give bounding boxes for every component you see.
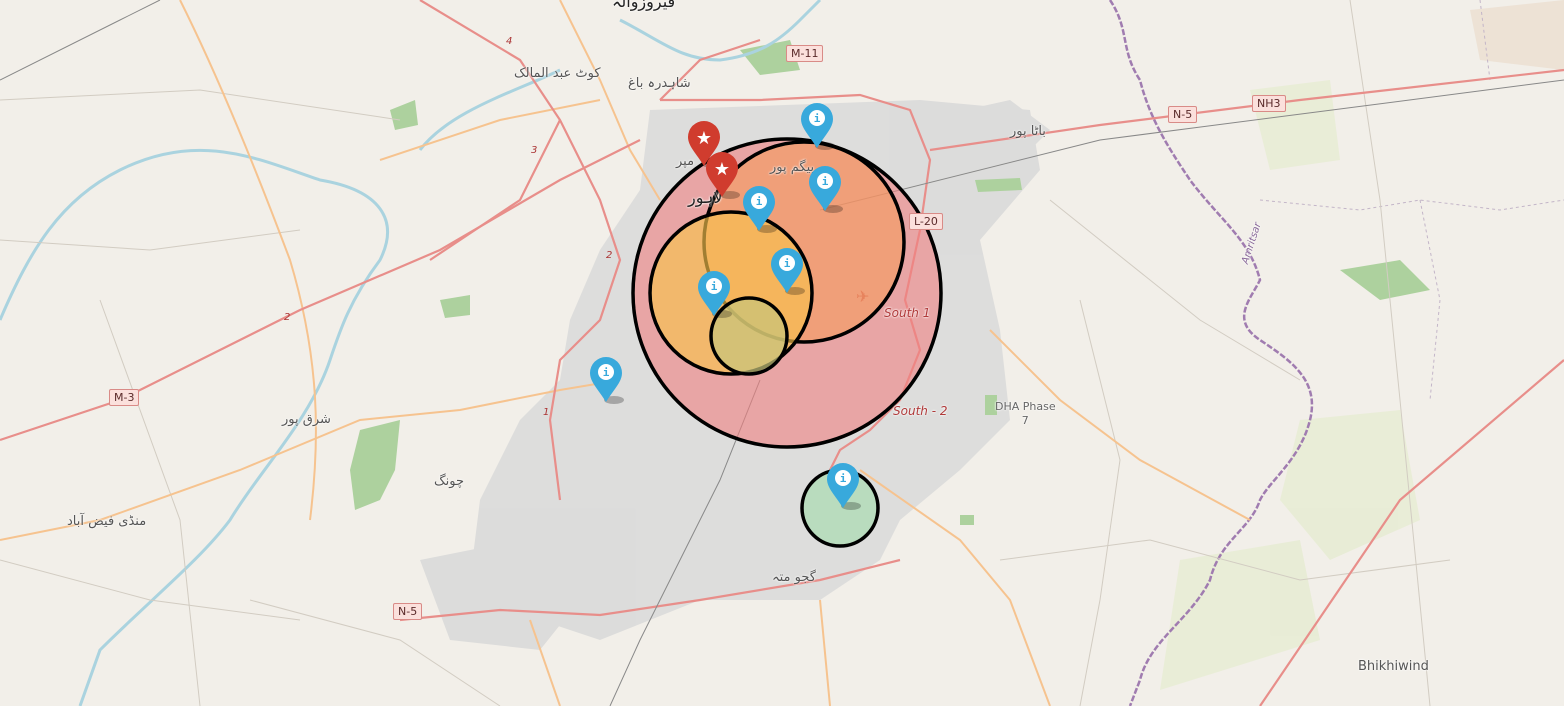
info-marker[interactable]: i <box>769 247 805 295</box>
route-number: 4 <box>506 36 513 47</box>
route-number: 3 <box>531 145 538 156</box>
info-icon: i <box>603 366 610 379</box>
highway-shield: N-5 <box>393 603 423 620</box>
info-icon: i <box>822 175 829 188</box>
place-label: گجو متہ <box>772 570 816 585</box>
route-number: 2 <box>284 312 291 323</box>
info-icon: i <box>756 195 763 208</box>
place-label: منڈی فیض آباد <box>67 514 147 529</box>
info-icon: i <box>784 257 791 270</box>
info-icon: i <box>814 112 821 125</box>
star-marker[interactable]: ★ <box>704 151 740 199</box>
info-marker[interactable]: i <box>825 462 861 510</box>
place-label: چونگ <box>434 474 465 489</box>
route-number: 1 <box>543 407 550 418</box>
info-marker[interactable]: i <box>588 356 624 404</box>
place-label: فیروزوالہ <box>612 0 676 11</box>
star-icon: ★ <box>714 159 730 180</box>
place-label: Bhikhiwind <box>1358 659 1429 674</box>
circle-overlays <box>631 137 943 548</box>
info-marker[interactable]: i <box>696 270 732 318</box>
map-container[interactable]: ✈ فیروزوالہ کوٹ عبد المالک شاہدرہ باغ با… <box>0 0 1564 706</box>
highway-shield: N-5 <box>1168 106 1198 123</box>
highway-shield: M-3 <box>109 389 140 406</box>
place-label: کوٹ عبد المالک <box>514 66 601 81</box>
place-label: باٹا پور <box>1010 124 1046 139</box>
info-marker[interactable]: i <box>807 165 843 213</box>
highway-shield: M-11 <box>786 45 824 62</box>
info-marker[interactable]: i <box>741 185 777 233</box>
star-icon: ★ <box>696 128 712 149</box>
route-number: 2 <box>606 250 613 261</box>
info-icon: i <box>840 472 847 485</box>
place-label: DHA Phase 7 <box>995 400 1056 427</box>
highway-shield: L-20 <box>909 213 943 230</box>
info-icon: i <box>711 280 718 293</box>
place-label: شاہدرہ باغ <box>628 76 691 91</box>
place-label: شرق پور <box>282 412 331 427</box>
road-label: South - 2 <box>893 404 948 418</box>
road-label: South 1 <box>884 306 931 320</box>
highway-shield: NH3 <box>1252 95 1286 112</box>
info-marker[interactable]: i <box>799 102 835 150</box>
